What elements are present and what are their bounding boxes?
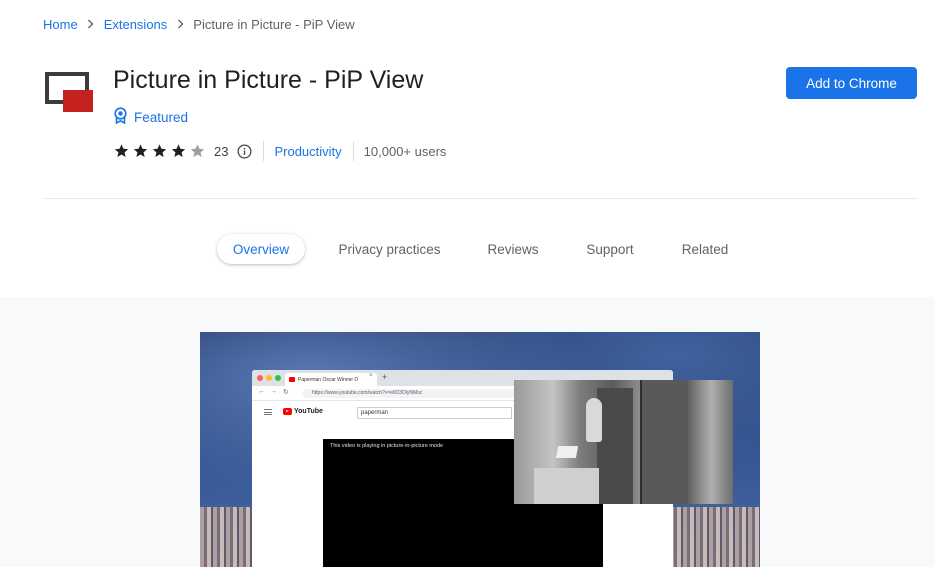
pip-scene-desk bbox=[534, 468, 599, 504]
featured-badge-icon bbox=[113, 107, 128, 127]
mock-url: https://www.youtube.com/watch?v=eIlD3Oly… bbox=[302, 389, 542, 398]
star-rating bbox=[113, 143, 206, 159]
pip-scene-wall bbox=[597, 388, 633, 504]
city-skyline-right bbox=[670, 507, 760, 567]
menu-icon bbox=[264, 409, 272, 415]
tab-privacy-practices[interactable]: Privacy practices bbox=[330, 234, 449, 264]
reload-icon: ↻ bbox=[283, 389, 289, 396]
extension-title: Picture in Picture - PiP View bbox=[113, 66, 424, 94]
featured-badge[interactable]: Featured bbox=[113, 107, 188, 127]
forward-arrow-icon: → bbox=[270, 388, 277, 395]
rating-count: 23 bbox=[214, 143, 229, 159]
star-filled-icon bbox=[114, 144, 129, 157]
breadcrumb-extensions-link[interactable]: Extensions bbox=[104, 17, 168, 32]
chevron-right-icon bbox=[78, 19, 104, 29]
add-to-chrome-button[interactable]: Add to Chrome bbox=[786, 67, 917, 99]
city-skyline-left bbox=[200, 507, 260, 567]
close-dot-icon bbox=[257, 375, 263, 381]
breadcrumb: Home Extensions Picture in Picture - PiP… bbox=[43, 15, 355, 33]
star-empty-icon bbox=[190, 144, 205, 157]
minimize-dot-icon bbox=[266, 375, 272, 381]
pip-scene-figure bbox=[586, 398, 602, 442]
tab-related[interactable]: Related bbox=[672, 234, 738, 264]
extension-screenshot[interactable]: Paperman Oscar Winner D × + ← → ↻ https:… bbox=[200, 332, 760, 567]
star-filled-icon bbox=[152, 144, 167, 157]
extension-logo bbox=[45, 72, 95, 114]
extension-detail-page: Home Extensions Picture in Picture - PiP… bbox=[0, 0, 935, 567]
extension-meta: 23 Productivity 10,000+ users bbox=[113, 140, 446, 162]
plus-icon: + bbox=[382, 372, 388, 382]
pip-scene-paper bbox=[555, 446, 579, 458]
user-count: 10,000+ users bbox=[363, 143, 447, 159]
chevron-right-icon bbox=[167, 19, 193, 29]
youtube-logo-text: YouTube bbox=[294, 408, 323, 415]
info-icon[interactable] bbox=[237, 144, 252, 159]
header-divider bbox=[43, 198, 918, 199]
youtube-logo: YouTube bbox=[283, 408, 323, 415]
meta-divider bbox=[352, 141, 354, 161]
star-filled-icon bbox=[133, 144, 148, 157]
pip-video-window bbox=[514, 380, 733, 504]
category-link[interactable]: Productivity bbox=[274, 144, 341, 159]
featured-label: Featured bbox=[134, 109, 189, 125]
breadcrumb-home-link[interactable]: Home bbox=[43, 17, 78, 32]
tab-support[interactable]: Support bbox=[575, 234, 645, 264]
mock-tab-title: Paperman Oscar Winner D bbox=[298, 376, 359, 383]
youtube-search-field: paperman bbox=[357, 407, 512, 419]
tab-reviews[interactable]: Reviews bbox=[478, 234, 548, 264]
detail-tabs: Overview Privacy practices Reviews Suppo… bbox=[0, 234, 935, 264]
star-filled-icon bbox=[171, 144, 186, 157]
video-pip-message: This video is playing in picture-in-pict… bbox=[330, 443, 444, 449]
maximize-dot-icon bbox=[275, 375, 281, 381]
youtube-favicon-icon bbox=[289, 377, 295, 382]
pip-scene-door bbox=[640, 380, 688, 504]
mock-browser-tab: Paperman Oscar Winner D bbox=[285, 373, 377, 386]
breadcrumb-current: Picture in Picture - PiP View bbox=[193, 16, 355, 32]
tab-overview[interactable]: Overview bbox=[217, 234, 305, 264]
back-arrow-icon: ← bbox=[258, 388, 265, 395]
youtube-play-icon bbox=[283, 408, 292, 415]
meta-divider bbox=[263, 141, 265, 161]
close-icon: × bbox=[369, 373, 373, 379]
